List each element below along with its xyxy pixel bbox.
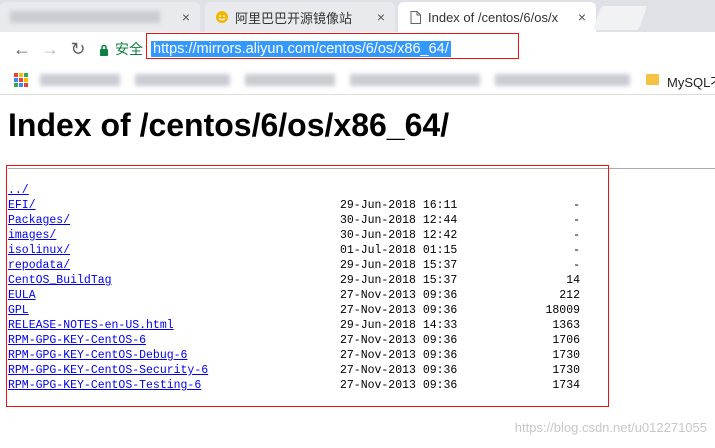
modified-date: 27-Nov-2013 09:36	[340, 289, 458, 302]
file-size: 1730	[552, 349, 580, 362]
tab-close-icon[interactable]: ×	[182, 9, 190, 25]
modified-date: 27-Nov-2013 09:36	[340, 304, 458, 317]
tab-blurred[interactable]: ×	[0, 2, 200, 32]
tab-strip: × 阿里巴巴开源镜像站 × Index of /centos/6/os/x ×	[0, 0, 715, 32]
blurred-bookmark[interactable]	[245, 74, 335, 86]
blurred-tab-content	[10, 11, 160, 23]
file-link[interactable]: RPM-GPG-KEY-CentOS-Testing-6	[8, 378, 201, 393]
file-link[interactable]: EULA	[8, 288, 36, 303]
file-size: -	[573, 214, 580, 227]
file-link[interactable]: EFI/	[8, 198, 36, 213]
blurred-bookmark[interactable]	[135, 74, 230, 86]
file-size: 1363	[552, 319, 580, 332]
back-button[interactable]: ←	[10, 37, 34, 61]
apps-grid-icon[interactable]	[14, 73, 28, 87]
blurred-bookmark[interactable]	[350, 74, 480, 86]
file-link[interactable]: isolinux/	[8, 243, 70, 258]
page-title: Index of /centos/6/os/x86_64/	[8, 107, 450, 143]
file-link[interactable]: RPM-GPG-KEY-CentOS-Security-6	[8, 363, 208, 378]
modified-date: 29-Jun-2018 16:11	[340, 199, 458, 212]
file-size: 18009	[545, 304, 580, 317]
modified-date: 27-Nov-2013 09:36	[340, 349, 458, 362]
secure-label: 安全	[115, 41, 143, 57]
reload-button[interactable]: ↻	[66, 37, 90, 61]
tab-close-icon[interactable]: ×	[377, 9, 385, 25]
modified-date: 30-Jun-2018 12:44	[340, 214, 458, 227]
modified-date: 01-Jul-2018 01:15	[340, 244, 458, 257]
file-link[interactable]: RELEASE-NOTES-en-US.html	[8, 318, 174, 333]
file-link[interactable]: images/	[8, 228, 56, 243]
file-link[interactable]: Packages/	[8, 213, 70, 228]
tab-close-icon[interactable]: ×	[578, 9, 586, 25]
modified-date: 30-Jun-2018 12:42	[340, 229, 458, 242]
file-link[interactable]: ../	[8, 183, 29, 198]
tab-aliyun-mirror[interactable]: 阿里巴巴开源镜像站 ×	[205, 2, 395, 32]
modified-date: 29-Jun-2018 15:37	[340, 274, 458, 287]
tab-title: Index of /centos/6/os/x	[428, 9, 559, 25]
page-icon	[408, 10, 422, 24]
file-link[interactable]: CentOS_BuildTag	[8, 273, 112, 288]
file-link[interactable]: repodata/	[8, 258, 70, 273]
modified-date: 27-Nov-2013 09:36	[340, 379, 458, 392]
modified-date: 27-Nov-2013 09:36	[340, 334, 458, 347]
folder-icon	[646, 74, 659, 85]
file-link[interactable]: RPM-GPG-KEY-CentOS-Debug-6	[8, 348, 187, 363]
file-size: -	[573, 229, 580, 242]
bookmark-mysql[interactable]: MySQL不	[667, 72, 715, 91]
lock-icon	[99, 43, 109, 56]
modified-date: 29-Jun-2018 15:37	[340, 259, 458, 272]
forward-button[interactable]: →	[38, 37, 62, 61]
file-size: 1706	[552, 334, 580, 347]
aliyun-smiley-icon	[215, 10, 229, 24]
new-tab-button[interactable]	[592, 6, 648, 30]
file-link[interactable]: GPL	[8, 303, 29, 318]
modified-date: 27-Nov-2013 09:36	[340, 364, 458, 377]
file-size: -	[573, 259, 580, 272]
file-size: -	[573, 199, 580, 212]
file-size: -	[573, 244, 580, 257]
modified-date: 29-Jun-2018 14:33	[340, 319, 458, 332]
blurred-bookmark[interactable]	[40, 74, 120, 86]
file-size: 212	[559, 289, 580, 302]
url-highlight-annotation	[146, 33, 519, 59]
file-link[interactable]: RPM-GPG-KEY-CentOS-6	[8, 333, 146, 348]
watermark: https://blog.csdn.net/u012271055	[514, 420, 707, 435]
file-size: 1734	[552, 379, 580, 392]
tab-title: 阿里巴巴开源镜像站	[235, 10, 353, 26]
tab-index-of-centos[interactable]: Index of /centos/6/os/x ×	[398, 2, 596, 32]
file-size: 14	[566, 274, 580, 287]
file-size: 1730	[552, 364, 580, 377]
blurred-bookmark[interactable]	[495, 74, 630, 86]
bookmarks-bar: MySQL不	[0, 66, 715, 95]
